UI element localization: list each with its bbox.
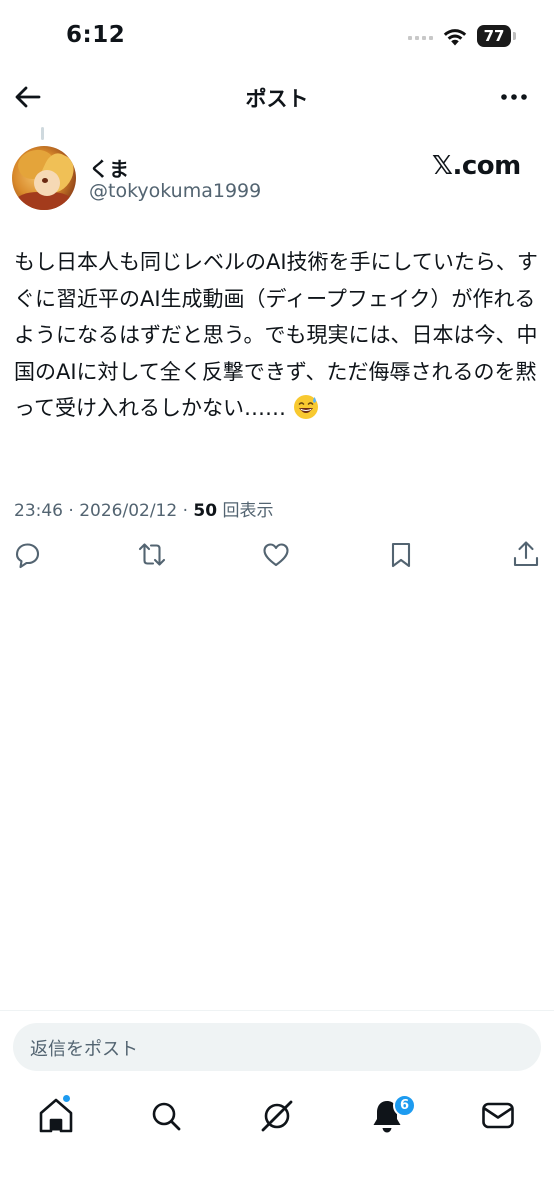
post-action-bar bbox=[0, 538, 554, 574]
messages-icon[interactable] bbox=[478, 1094, 518, 1138]
bottom-tab-bar bbox=[0, 1090, 554, 1146]
status-time: 6:12 bbox=[66, 22, 126, 48]
reply-input[interactable]: 返信をポスト bbox=[13, 1023, 541, 1071]
author-handle[interactable]: @tokyokuma1999 bbox=[89, 180, 261, 202]
post-meta: 23:46 · 2026/02/12 · 50 回表示 bbox=[14, 496, 273, 521]
wifi-icon bbox=[443, 29, 467, 46]
nav-header: ポスト bbox=[0, 74, 554, 120]
like-icon[interactable] bbox=[261, 538, 291, 572]
reply-icon[interactable] bbox=[12, 538, 42, 572]
sweat-smile-emoji-icon bbox=[293, 395, 318, 419]
thread-connector-line bbox=[41, 127, 44, 140]
reply-divider bbox=[0, 1010, 554, 1011]
home-unread-dot bbox=[62, 1094, 71, 1103]
page-title: ポスト bbox=[245, 87, 309, 111]
view-count-label: 回表示 bbox=[217, 501, 274, 521]
view-count[interactable]: 50 bbox=[193, 501, 217, 521]
battery-icon: 77 bbox=[477, 25, 516, 47]
bookmark-icon[interactable] bbox=[386, 538, 416, 572]
post-timestamp: 23:46 · 2026/02/12 · bbox=[14, 501, 194, 521]
notifications-badge: 6 bbox=[393, 1094, 416, 1117]
grok-icon[interactable] bbox=[257, 1094, 297, 1138]
status-bar: 6:12 77 bbox=[0, 0, 554, 74]
x-com-watermark: 𝕏.com bbox=[432, 151, 521, 181]
author-display-name[interactable]: くま bbox=[89, 153, 129, 182]
cellular-signal-icon bbox=[408, 36, 433, 40]
share-icon[interactable] bbox=[511, 538, 541, 572]
post-text-content: もし日本人も同じレベルのAI技術を手にしていたら、すぐに習近平のAI生成動画（デ… bbox=[14, 250, 538, 420]
battery-level: 77 bbox=[477, 25, 511, 47]
search-icon[interactable] bbox=[146, 1094, 186, 1138]
more-options-icon[interactable] bbox=[498, 84, 530, 110]
post-text: もし日本人も同じレベルのAI技術を手にしていたら、すぐに習近平のAI生成動画（デ… bbox=[14, 244, 542, 427]
repost-icon[interactable] bbox=[136, 538, 168, 572]
avatar[interactable] bbox=[12, 146, 76, 210]
reply-placeholder: 返信をポスト bbox=[30, 1039, 138, 1060]
